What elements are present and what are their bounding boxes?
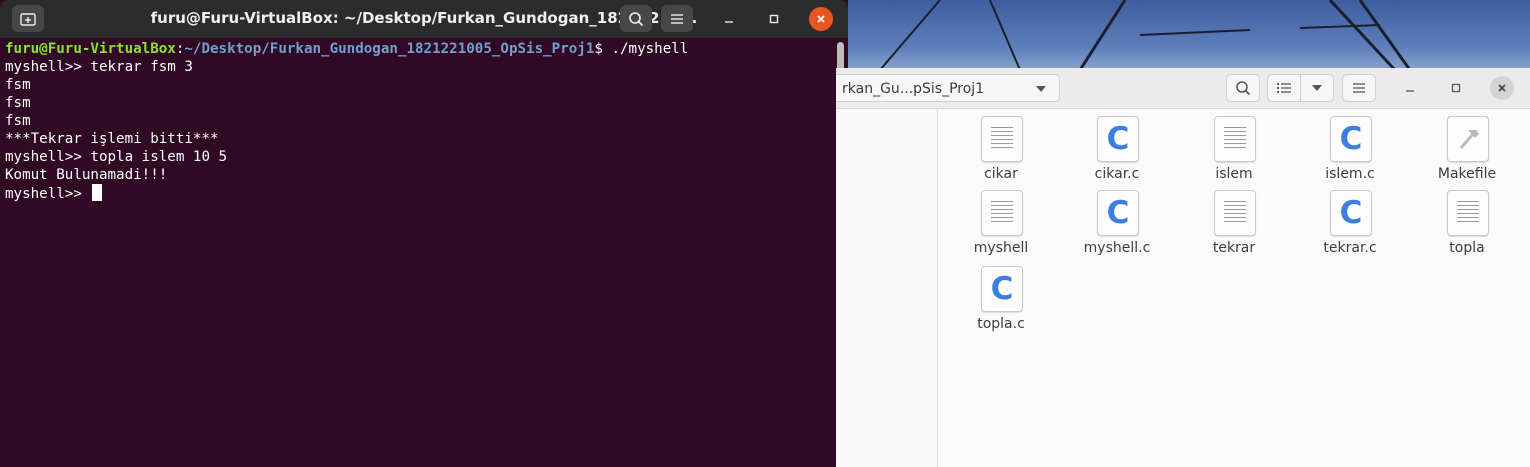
file-item-islem[interactable]: islem — [1179, 116, 1289, 182]
text-file-icon — [1214, 190, 1256, 236]
terminal-titlebar[interactable]: furu@Furu-VirtualBox: ~/Desktop/Furkan_G… — [0, 0, 848, 38]
file-item-tekrar[interactable]: tekrar — [1179, 190, 1289, 256]
hamburger-menu-icon — [1353, 83, 1365, 93]
files-close-button[interactable] — [1490, 76, 1514, 100]
current-prompt: myshell>> — [5, 186, 91, 202]
file-item-cikar[interactable]: cikar — [946, 116, 1056, 182]
file-name: Makefile — [1437, 166, 1497, 182]
files-search-button[interactable] — [1226, 74, 1260, 102]
chevron-down-icon — [1312, 85, 1322, 91]
maximize-icon — [1451, 83, 1461, 93]
close-icon — [1498, 84, 1506, 92]
terminal-line: ***Tekrar işlemi bitti*** — [5, 131, 219, 147]
file-name: cikar — [984, 166, 1018, 182]
minimize-icon — [725, 21, 733, 23]
files-minimize-button[interactable] — [1399, 77, 1421, 99]
terminal-output[interactable]: furu@Furu-VirtualBox:~/Desktop/Furkan_Gu… — [0, 38, 835, 467]
file-item-cikar-c[interactable]: C cikar.c — [1062, 116, 1172, 182]
file-name: islem — [1215, 166, 1253, 182]
maximize-icon — [769, 14, 779, 24]
file-item-topla-c[interactable]: C topla.c — [946, 266, 1056, 332]
path-label: rkan_Gu...pSis_Proj1 — [842, 81, 985, 97]
text-file-icon — [1214, 116, 1256, 162]
file-manager-window: rkan_Gu...pSis_Proj1 cikar C cikar.c isl… — [836, 68, 1530, 467]
file-name: tekrar.c — [1323, 240, 1377, 256]
terminal-line: Komut Bulunamadi!!! — [5, 167, 168, 183]
file-item-makefile[interactable]: Makefile — [1412, 116, 1522, 182]
terminal-menu-button[interactable] — [661, 5, 693, 32]
text-cursor — [92, 184, 103, 201]
path-bar-button[interactable]: rkan_Gu...pSis_Proj1 — [836, 74, 1060, 102]
terminal-line: fsm — [5, 95, 31, 111]
file-item-topla[interactable]: topla — [1412, 190, 1522, 256]
file-name: islem.c — [1325, 166, 1375, 182]
hammer-icon — [1459, 130, 1479, 149]
text-file-icon — [1447, 190, 1489, 236]
terminal-line: fsm — [5, 77, 31, 93]
list-view-button[interactable] — [1267, 74, 1301, 102]
file-name: tekrar — [1212, 240, 1256, 256]
file-item-islem-c[interactable]: C islem.c — [1295, 116, 1405, 182]
file-name: topla.c — [977, 316, 1025, 332]
minimize-icon — [1406, 90, 1414, 92]
files-maximize-button[interactable] — [1445, 77, 1467, 99]
text-file-icon — [981, 116, 1023, 162]
terminal-line: myshell>> topla islem 10 5 — [5, 149, 228, 165]
places-sidebar[interactable] — [836, 109, 938, 467]
file-item-tekrar-c[interactable]: C tekrar.c — [1295, 190, 1405, 256]
makefile-icon — [1447, 116, 1489, 162]
prompt-user-host: furu@Furu-VirtualBox — [5, 41, 176, 57]
hamburger-menu-icon — [671, 13, 683, 24]
terminal-window: furu@Furu-VirtualBox: ~/Desktop/Furkan_G… — [0, 0, 848, 467]
terminal-maximize-button[interactable] — [763, 8, 785, 30]
prompt-path: ~/Desktop/Furkan_Gundogan_1821221005_OpS… — [184, 41, 595, 57]
search-icon — [1236, 81, 1251, 96]
c-source-file-icon: C — [1097, 116, 1139, 162]
file-name: myshell.c — [1083, 240, 1151, 256]
terminal-line: fsm — [5, 113, 31, 129]
search-icon — [629, 11, 644, 26]
file-name: cikar.c — [1094, 166, 1140, 182]
prompt-command: $ ./myshell — [594, 41, 689, 57]
terminal-search-button[interactable] — [620, 5, 652, 32]
c-source-file-icon: C — [1330, 116, 1372, 162]
chevron-down-icon — [1036, 86, 1046, 92]
view-options-button[interactable] — [1300, 74, 1334, 102]
file-name: topla — [1449, 240, 1485, 256]
current-prompt-line: myshell>> — [5, 184, 103, 202]
c-source-file-icon: C — [981, 266, 1023, 312]
list-view-icon — [1277, 83, 1291, 93]
terminal-minimize-button[interactable] — [718, 8, 740, 30]
file-name: myshell — [973, 240, 1029, 256]
terminal-close-button[interactable] — [809, 7, 833, 31]
c-source-file-icon: C — [1097, 190, 1139, 236]
text-file-icon — [981, 190, 1023, 236]
prompt-line: furu@Furu-VirtualBox:~/Desktop/Furkan_Gu… — [5, 40, 688, 58]
terminal-line: myshell>> tekrar fsm 3 — [5, 59, 193, 75]
file-item-myshell-c[interactable]: C myshell.c — [1062, 190, 1172, 256]
file-item-myshell[interactable]: myshell — [946, 190, 1056, 256]
c-source-file-icon: C — [1330, 190, 1372, 236]
file-manager-headerbar[interactable]: rkan_Gu...pSis_Proj1 — [836, 68, 1530, 109]
files-menu-button[interactable] — [1342, 74, 1376, 102]
close-icon — [817, 15, 825, 23]
